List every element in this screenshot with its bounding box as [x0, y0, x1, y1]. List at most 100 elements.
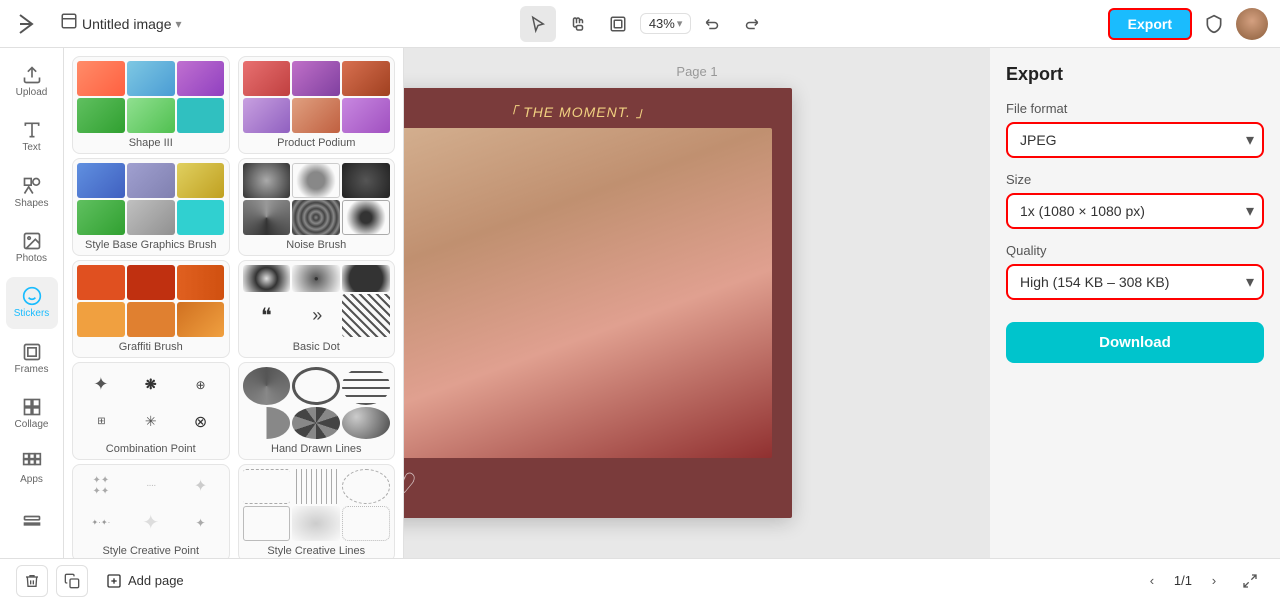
- sticker-cell[interactable]: [77, 98, 125, 133]
- sticker-cell[interactable]: [342, 265, 390, 292]
- sticker-cell[interactable]: [243, 265, 291, 292]
- sticker-group-shape3[interactable]: Shape III: [72, 56, 230, 154]
- sticker-cell[interactable]: ●: [292, 265, 340, 292]
- sticker-cell[interactable]: [243, 163, 291, 198]
- sticker-cell[interactable]: [292, 163, 340, 198]
- frame-tool-button[interactable]: [600, 6, 636, 42]
- sticker-cell[interactable]: [77, 61, 125, 96]
- sidebar-item-frames[interactable]: Frames: [6, 333, 58, 384]
- sidebar-item-collage[interactable]: Collage: [6, 388, 58, 439]
- sticker-cell[interactable]: [127, 302, 175, 337]
- sticker-group-graffiti-brush[interactable]: Graffiti Brush: [72, 260, 230, 358]
- duplicate-button[interactable]: [56, 565, 88, 597]
- sticker-cell[interactable]: ❋: [127, 367, 175, 403]
- sticker-cell[interactable]: [243, 506, 291, 541]
- sticker-cell[interactable]: [127, 61, 175, 96]
- select-tool-button[interactable]: [520, 6, 556, 42]
- sticker-group-style-creative-point[interactable]: ✦✦✦✦ ···· ✦ ✦·✦· ✦ ✦ Style Creative Poin…: [72, 464, 230, 558]
- sticker-cell[interactable]: ✳: [127, 405, 175, 440]
- sticker-cell[interactable]: ⊗: [177, 405, 225, 440]
- sidebar-item-upload[interactable]: Upload: [6, 56, 58, 107]
- export-quality-select[interactable]: High (154 KB – 308 KB) Medium Low: [1006, 264, 1264, 300]
- sticker-cell[interactable]: »: [292, 294, 340, 337]
- sticker-cell[interactable]: [342, 163, 390, 198]
- sticker-cell[interactable]: [342, 294, 390, 337]
- sticker-cell[interactable]: ✦✦✦✦: [77, 469, 125, 503]
- sticker-cell[interactable]: [243, 200, 291, 235]
- sticker-cell[interactable]: [243, 98, 291, 133]
- sticker-cell[interactable]: [292, 200, 340, 235]
- sticker-cell[interactable]: [342, 367, 390, 405]
- sticker-cell[interactable]: [292, 98, 340, 133]
- sticker-cell[interactable]: ✦: [127, 505, 175, 542]
- expand-button[interactable]: [1236, 567, 1264, 595]
- sticker-cell[interactable]: [243, 469, 291, 504]
- sticker-cell[interactable]: [127, 163, 175, 198]
- sticker-cell[interactable]: [177, 265, 225, 300]
- trash-button[interactable]: [16, 565, 48, 597]
- undo-button[interactable]: [695, 6, 731, 42]
- sticker-group-style-creative-lines[interactable]: Style Creative Lines: [238, 464, 396, 558]
- sidebar-item-apps[interactable]: Apps: [6, 443, 58, 494]
- sticker-cell[interactable]: [77, 265, 125, 300]
- sticker-cell[interactable]: ✦: [77, 367, 125, 403]
- sticker-cell[interactable]: [243, 407, 291, 439]
- sticker-cell[interactable]: [177, 200, 225, 235]
- sidebar-item-shapes[interactable]: Shapes: [6, 167, 58, 218]
- file-title-area[interactable]: Untitled image ▾: [52, 8, 190, 39]
- sticker-cell[interactable]: [292, 367, 340, 405]
- sticker-cell[interactable]: [243, 61, 291, 96]
- add-page-button[interactable]: Add page: [96, 569, 194, 593]
- redo-button[interactable]: [733, 6, 769, 42]
- sticker-cell[interactable]: [342, 407, 390, 439]
- sticker-cell[interactable]: ✦: [177, 505, 225, 542]
- zoom-control[interactable]: 43% ▾: [640, 13, 692, 34]
- sticker-cell[interactable]: ⊕: [177, 367, 225, 403]
- sticker-cell[interactable]: [342, 200, 390, 235]
- sticker-cell[interactable]: ✦·✦·: [77, 505, 125, 542]
- sticker-cell[interactable]: ⊞: [77, 405, 125, 440]
- app-logo[interactable]: [12, 10, 40, 38]
- sticker-cell[interactable]: [292, 407, 340, 439]
- sidebar-item-more[interactable]: [6, 499, 58, 550]
- sticker-cell[interactable]: [127, 98, 175, 133]
- hand-tool-button[interactable]: [560, 6, 596, 42]
- export-button[interactable]: Export: [1108, 8, 1192, 40]
- export-file-format-select[interactable]: JPEG PNG PDF SVG: [1006, 122, 1264, 158]
- sticker-cell[interactable]: [177, 61, 225, 96]
- sticker-group-noise-brush[interactable]: Noise Brush: [238, 158, 396, 256]
- sticker-cell[interactable]: [77, 302, 125, 337]
- next-page-button[interactable]: ›: [1200, 567, 1228, 595]
- sticker-cell[interactable]: ❝: [243, 294, 291, 337]
- sticker-cell[interactable]: [177, 302, 225, 337]
- sticker-cell[interactable]: [177, 163, 225, 198]
- sticker-group-style-base[interactable]: Style Base Graphics Brush: [72, 158, 230, 256]
- sticker-cell[interactable]: ····: [127, 469, 175, 503]
- download-button[interactable]: Download: [1006, 322, 1264, 363]
- shield-icon[interactable]: [1200, 10, 1228, 38]
- sticker-group-combination-point[interactable]: ✦ ❋ ⊕ ⊞ ✳ ⊗ Combination Point: [72, 362, 230, 460]
- sticker-cell[interactable]: [342, 61, 390, 96]
- sticker-cell[interactable]: [342, 98, 390, 133]
- sticker-cell[interactable]: [292, 506, 340, 541]
- sticker-cell[interactable]: [127, 200, 175, 235]
- sticker-cell[interactable]: [292, 469, 340, 504]
- sticker-group-hand-drawn-lines[interactable]: Hand Drawn Lines: [238, 362, 396, 460]
- sticker-cell[interactable]: [292, 61, 340, 96]
- sticker-cell[interactable]: [342, 506, 390, 541]
- sticker-group-product-podium[interactable]: Product Podium: [238, 56, 396, 154]
- sticker-cell[interactable]: [243, 367, 291, 405]
- prev-page-button[interactable]: ‹: [1138, 567, 1166, 595]
- sidebar-item-photos[interactable]: Photos: [6, 222, 58, 273]
- sticker-cell[interactable]: [342, 469, 390, 504]
- sidebar-item-stickers[interactable]: Stickers: [6, 277, 58, 328]
- export-size-select[interactable]: 1x (1080 × 1080 px) 2x 3x: [1006, 193, 1264, 229]
- sticker-group-basic-dot[interactable]: ● ❝ » Basic Dot: [238, 260, 396, 358]
- sticker-cell[interactable]: [177, 98, 225, 133]
- sticker-cell[interactable]: [77, 163, 125, 198]
- sticker-cell[interactable]: [127, 265, 175, 300]
- avatar[interactable]: [1236, 8, 1268, 40]
- sidebar-item-text[interactable]: Text: [6, 111, 58, 162]
- sticker-cell[interactable]: ✦: [177, 469, 225, 503]
- sticker-cell[interactable]: [77, 200, 125, 235]
